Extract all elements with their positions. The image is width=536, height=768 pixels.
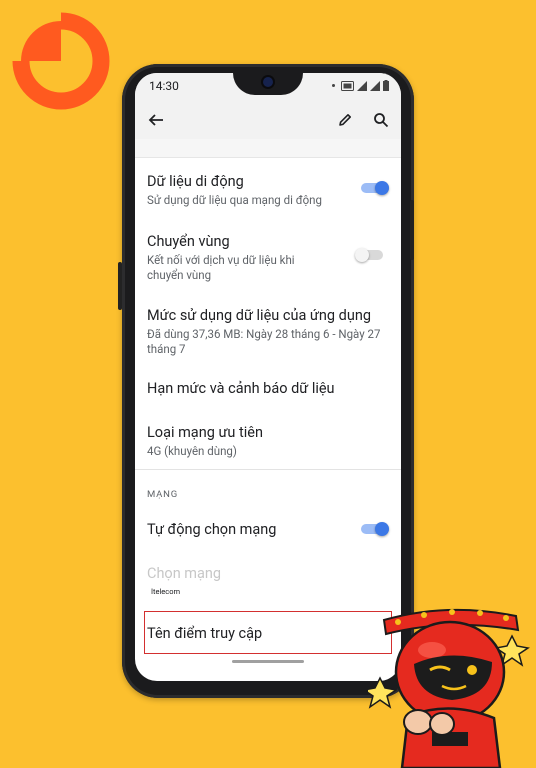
mascot-sticker [368, 608, 530, 768]
mobile-data-title: Dữ liệu di động [147, 173, 244, 190]
search-icon [374, 113, 389, 128]
power-button [410, 200, 414, 260]
arrow-back-icon [148, 114, 163, 126]
status-time: 14:30 [149, 79, 179, 93]
mobile-data-toggle[interactable] [361, 181, 389, 195]
preferred-network-subtitle: 4G (khuyên dùng) [147, 444, 237, 458]
choose-network-item: Chọn mạng [147, 565, 387, 583]
choose-network-title: Chọn mạng [147, 565, 222, 582]
gesture-nav-bar[interactable] [232, 660, 304, 663]
roaming-title: Chuyển vùng [147, 233, 230, 250]
volume-button [118, 262, 122, 310]
front-camera [263, 77, 273, 87]
highlight-box [144, 611, 392, 654]
data-limit-title: Hạn mức và cảnh báo dữ liệu [147, 380, 335, 397]
list-top-edge [135, 139, 401, 158]
notification-dot-icon [332, 84, 335, 87]
app-data-usage-item[interactable]: Mức sử dụng dữ liệu của ứng dụng Đã dùng… [147, 307, 387, 356]
app-data-usage-subtitle: Đã dùng 37,36 MB: Ngày 28 tháng 6 - Ngày… [147, 327, 381, 356]
app-bar [135, 101, 401, 139]
back-button[interactable] [145, 109, 167, 131]
roaming-subtitle: Kết nối với dịch vụ dữ liệu khi chuyển v… [147, 253, 295, 282]
app-data-usage-title: Mức sử dụng dữ liệu của ứng dụng [147, 307, 371, 324]
search-button[interactable] [370, 109, 392, 131]
signal-icon [357, 80, 367, 91]
data-limit-item[interactable]: Hạn mức và cảnh báo dữ liệu [147, 380, 387, 398]
roaming-toggle[interactable] [355, 248, 383, 262]
auto-select-network-item[interactable]: Tự động chọn mạng [147, 521, 387, 539]
phone-screen: 14:30 Dữ liệu di động Sử dụng dữ liệu qu… [135, 73, 401, 681]
auto-select-network-title: Tự động chọn mạng [147, 521, 277, 538]
mobile-data-subtitle: Sử dụng dữ liệu qua mạng di động [147, 193, 322, 207]
signal-icon-2 [370, 80, 380, 91]
battery-icon [383, 80, 389, 91]
status-icons [332, 80, 389, 91]
section-divider [135, 469, 401, 470]
mobile-data-item[interactable]: Dữ liệu di động Sử dụng dữ liệu qua mạng… [147, 173, 387, 208]
preferred-network-title: Loại mạng ưu tiên [147, 424, 263, 441]
pencil-icon [339, 114, 351, 126]
auto-select-network-toggle[interactable] [361, 522, 389, 536]
edit-button[interactable] [334, 109, 356, 131]
brand-logo-icon [12, 12, 110, 110]
choose-network-operator: Itelecom [151, 587, 181, 596]
network-section-header: MẠNG [147, 489, 179, 500]
volte-icon [341, 80, 354, 91]
preferred-network-item[interactable]: Loại mạng ưu tiên 4G (khuyên dùng) [147, 424, 387, 459]
roaming-item[interactable]: Chuyển vùng Kết nối với dịch vụ dữ liệu … [147, 233, 387, 282]
